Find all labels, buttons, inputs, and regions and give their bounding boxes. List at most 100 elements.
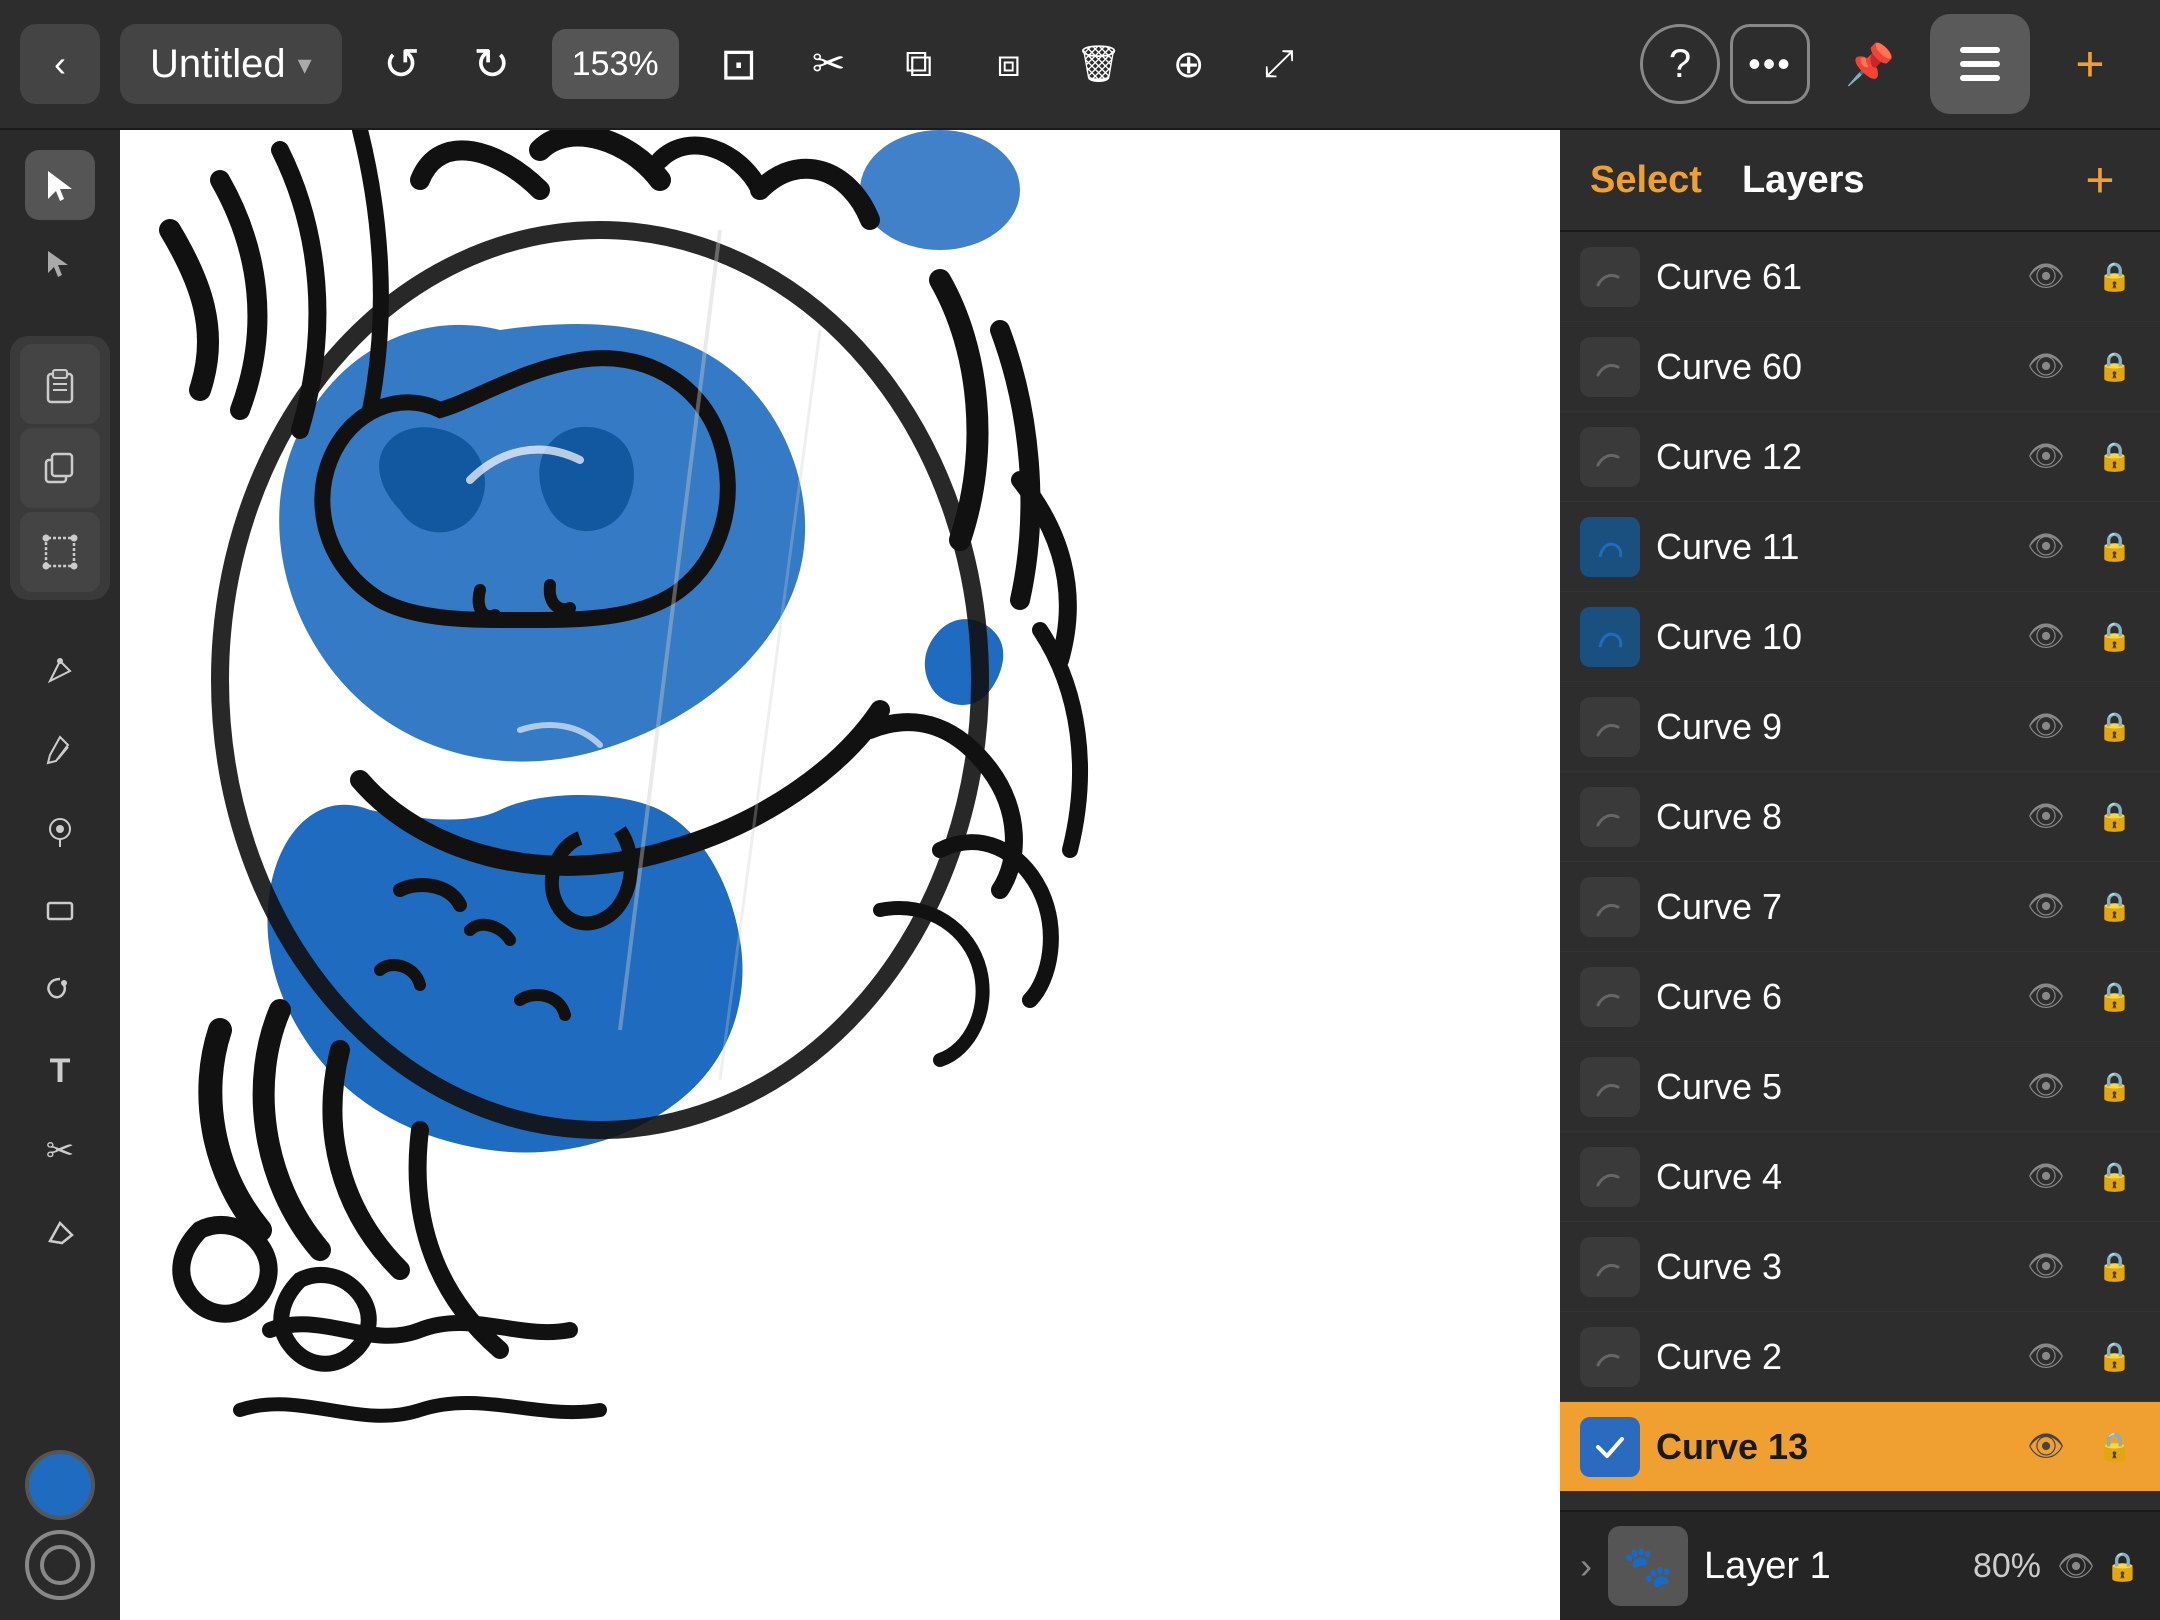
layer-visibility-icon[interactable]: 👁 (2019, 1331, 2073, 1382)
layer-item[interactable]: Curve 10 👁 🔒 (1560, 592, 2160, 682)
layer-thumbnail (1580, 517, 1640, 577)
undo-button[interactable]: ↺ (362, 24, 442, 104)
tab-layers[interactable]: Layers (1742, 151, 1865, 210)
layer-group-icons: 👁 🔒 (2057, 1549, 2140, 1584)
layer-lock-icon[interactable]: 🔒 (2089, 792, 2140, 841)
document-title: Untitled (150, 42, 286, 87)
layer-thumbnail (1580, 337, 1640, 397)
layers-panel-button[interactable] (1930, 14, 2030, 114)
layer-name: Curve 13 (1656, 1426, 2003, 1468)
layer-lock-icon[interactable]: 🔒 (2089, 1422, 2140, 1471)
zoom-button[interactable]: 153% (552, 29, 679, 99)
layer-visibility-icon[interactable]: 👁 (2019, 971, 2073, 1022)
lasso-tool[interactable] (25, 956, 95, 1026)
layer-thumbnail (1580, 607, 1640, 667)
layer-group[interactable]: › 🐾 Layer 1 80% 👁 🔒 (1560, 1510, 2160, 1620)
layer-item[interactable]: Curve 12 👁 🔒 (1560, 412, 2160, 502)
more-button[interactable]: ••• (1730, 24, 1810, 104)
layer-visibility-icon[interactable]: 👁 (2019, 701, 2073, 752)
paste-button[interactable]: ⧈ (969, 24, 1049, 104)
layer-visibility-icon[interactable]: 👁 (2019, 431, 2073, 482)
layer-item[interactable]: Curve 11 👁 🔒 (1560, 502, 2160, 592)
direct-select-tool[interactable] (25, 230, 95, 300)
help-button[interactable]: ? (1640, 24, 1720, 104)
layer-item[interactable]: Curve 3 👁 🔒 (1560, 1222, 2160, 1312)
tab-select[interactable]: Select (1590, 151, 1702, 210)
layer-name: Curve 2 (1656, 1336, 2003, 1378)
add-layer-button[interactable]: + (2070, 150, 2130, 210)
history-tools: ↺ ↻ (362, 24, 532, 104)
layer-item[interactable]: Curve 8 👁 🔒 (1560, 772, 2160, 862)
duplicate-button[interactable]: ⊕ (1149, 24, 1229, 104)
copy-layer-tool[interactable] (20, 428, 100, 508)
pin-button[interactable]: 📌 (1820, 14, 1920, 114)
left-toolbar: T ✂ (0, 130, 120, 1620)
layer-visibility-icon[interactable]: 👁 (2019, 521, 2073, 572)
layer-lock-icon[interactable]: 🔒 (2089, 612, 2140, 661)
redo-button[interactable]: ↻ (452, 24, 532, 104)
layer-visibility-icon[interactable]: 👁 (2019, 611, 2073, 662)
right-panel: Select Layers + Curve 61 👁 🔒 Curve 60 👁 … (1560, 130, 2160, 1620)
layer-visibility-icon[interactable]: 👁 (2019, 791, 2073, 842)
layer-item[interactable]: Curve 61 👁 🔒 (1560, 232, 2160, 322)
scissors-tool[interactable]: ✂ (25, 1116, 95, 1186)
layer-lock-icon[interactable]: 🔒 (2089, 432, 2140, 481)
eraser-tool[interactable] (25, 1196, 95, 1266)
cut-button[interactable]: ✂ (789, 24, 869, 104)
layer-lock-icon[interactable]: 🔒 (2089, 1242, 2140, 1291)
copy-button[interactable]: ⧉ (879, 24, 959, 104)
brush-tool[interactable] (25, 796, 95, 866)
document-title-button[interactable]: Untitled ▾ (120, 24, 342, 104)
layer-thumbnail (1580, 1057, 1640, 1117)
pen-tool[interactable] (25, 636, 95, 706)
layer-group-expand-icon[interactable]: › (1580, 1545, 1592, 1587)
layer-visibility-icon[interactable]: 👁 (2019, 1241, 2073, 1292)
layer-lock-icon[interactable]: 🔒 (2089, 252, 2140, 301)
select-rect-button[interactable]: ⊡ (699, 24, 779, 104)
rect-tool[interactable] (25, 876, 95, 946)
select-tool[interactable] (25, 150, 95, 220)
layer-lock-icon[interactable]: 🔒 (2089, 882, 2140, 931)
layer-item[interactable]: Curve 6 👁 🔒 (1560, 952, 2160, 1042)
edit-tools: ⊡ ✂ ⧉ ⧈ 🗑 ⊕ ⤢ (699, 24, 1319, 104)
transform-button[interactable]: ⤢ (1239, 24, 1319, 104)
back-button[interactable]: ‹ (20, 24, 100, 104)
layer-item[interactable]: Curve 60 👁 🔒 (1560, 322, 2160, 412)
transform-layer-tool[interactable] (20, 512, 100, 592)
layer-thumbnail (1580, 967, 1640, 1027)
layer-group-opacity: 80% (1973, 1547, 2041, 1586)
text-tool[interactable]: T (25, 1036, 95, 1106)
tool-group-main (10, 336, 110, 600)
layer-item[interactable]: Curve 13 👁 🔒 (1560, 1402, 2160, 1492)
layer-thumbnail (1580, 697, 1640, 757)
layer-visibility-icon[interactable]: 👁 (2019, 341, 2073, 392)
add-panel-button[interactable]: + (2040, 14, 2140, 114)
layer-visibility-icon[interactable]: 👁 (2019, 1061, 2073, 1112)
delete-button[interactable]: 🗑 (1059, 24, 1139, 104)
layer-item[interactable]: Curve 2 👁 🔒 (1560, 1312, 2160, 1402)
layer-lock-icon[interactable]: 🔒 (2089, 972, 2140, 1021)
layer-group-visibility-icon[interactable]: 👁 (2057, 1549, 2095, 1584)
layer-lock-icon[interactable]: 🔒 (2089, 522, 2140, 571)
layer-item[interactable]: Curve 7 👁 🔒 (1560, 862, 2160, 952)
layer-lock-icon[interactable]: 🔒 (2089, 1152, 2140, 1201)
layer-item[interactable]: Curve 9 👁 🔒 (1560, 682, 2160, 772)
layer-visibility-icon[interactable]: 👁 (2019, 881, 2073, 932)
primary-color-button[interactable] (25, 1450, 95, 1520)
layer-visibility-icon[interactable]: 👁 (2019, 1421, 2073, 1472)
layer-group-lock-icon[interactable]: 🔒 (2105, 1550, 2140, 1583)
pencil-tool[interactable] (25, 716, 95, 786)
clipboard-tool[interactable] (20, 344, 100, 424)
layer-lock-icon[interactable]: 🔒 (2089, 342, 2140, 391)
layer-lock-icon[interactable]: 🔒 (2089, 702, 2140, 751)
layer-name: Curve 11 (1656, 526, 2003, 568)
layer-item[interactable]: Curve 5 👁 🔒 (1560, 1042, 2160, 1132)
canvas-area[interactable] (120, 130, 1560, 1620)
layer-visibility-icon[interactable]: 👁 (2019, 251, 2073, 302)
layer-thumbnail (1580, 1327, 1640, 1387)
stroke-color-button[interactable] (25, 1530, 95, 1600)
layer-lock-icon[interactable]: 🔒 (2089, 1332, 2140, 1381)
layer-item[interactable]: Curve 4 👁 🔒 (1560, 1132, 2160, 1222)
layer-visibility-icon[interactable]: 👁 (2019, 1151, 2073, 1202)
layer-lock-icon[interactable]: 🔒 (2089, 1062, 2140, 1111)
